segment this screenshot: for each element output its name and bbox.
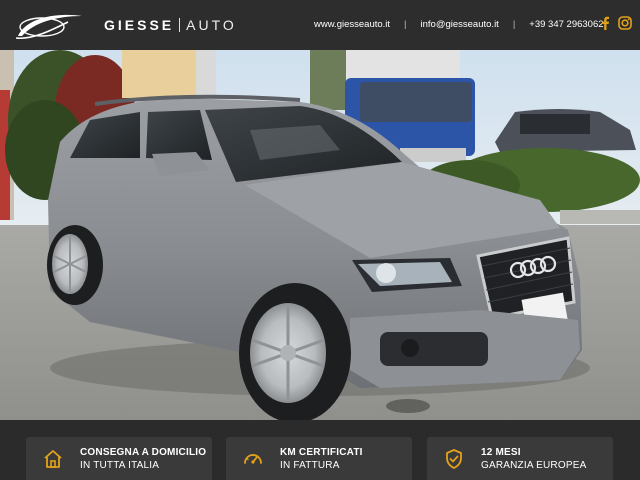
social-links: [600, 16, 632, 30]
feature-title: CONSEGNA A DOMICILIO: [80, 446, 207, 458]
instagram-icon[interactable]: [618, 16, 632, 30]
contact-separator: |: [404, 19, 407, 30]
brand-secondary: AUTO: [186, 17, 237, 33]
house-icon: [44, 449, 62, 468]
phone-link[interactable]: +39 347 2963062: [529, 19, 603, 30]
facebook-icon[interactable]: [600, 16, 610, 30]
brand-wordmark[interactable]: GIESSE AUTO: [104, 17, 237, 33]
feature-text: KM CERTIFICATI IN FATTURA: [280, 447, 363, 471]
feature-text: 12 MESI GARANZIA EUROPEA: [481, 447, 586, 471]
feature-text: CONSEGNA A DOMICILIO IN TUTTA ITALIA: [80, 447, 206, 471]
shield-check-icon: [446, 448, 462, 469]
car-photo: [0, 50, 640, 430]
brand-divider: [179, 18, 181, 32]
car-photo-image: [0, 50, 640, 430]
speedometer-icon: [244, 453, 262, 464]
email-link[interactable]: info@giesseauto.it: [421, 19, 499, 30]
feature-card-warranty[interactable]: 12 MESI GARANZIA EUROPEA: [427, 437, 613, 480]
feature-subtitle: IN TUTTA ITALIA: [80, 459, 160, 471]
header-bar: GIESSE AUTO www.giesseauto.it | info@gie…: [0, 0, 640, 50]
brand-primary: GIESSE: [104, 17, 175, 33]
feature-title: KM CERTIFICATI: [280, 446, 363, 458]
feature-card-km[interactable]: KM CERTIFICATI IN FATTURA: [226, 437, 412, 480]
feature-card-delivery[interactable]: CONSEGNA A DOMICILIO IN TUTTA ITALIA: [26, 437, 212, 480]
website-link[interactable]: www.giesseauto.it: [314, 19, 390, 30]
feature-subtitle: GARANZIA EUROPEA: [481, 459, 587, 471]
feature-subtitle: IN FATTURA: [280, 459, 340, 471]
feature-title: 12 MESI: [481, 446, 521, 458]
contact-separator: |: [512, 19, 516, 30]
logo-swoosh-icon[interactable]: [12, 10, 84, 42]
contact-bar: www.giesseauto.it | info@giesseauto.it |…: [314, 19, 604, 30]
